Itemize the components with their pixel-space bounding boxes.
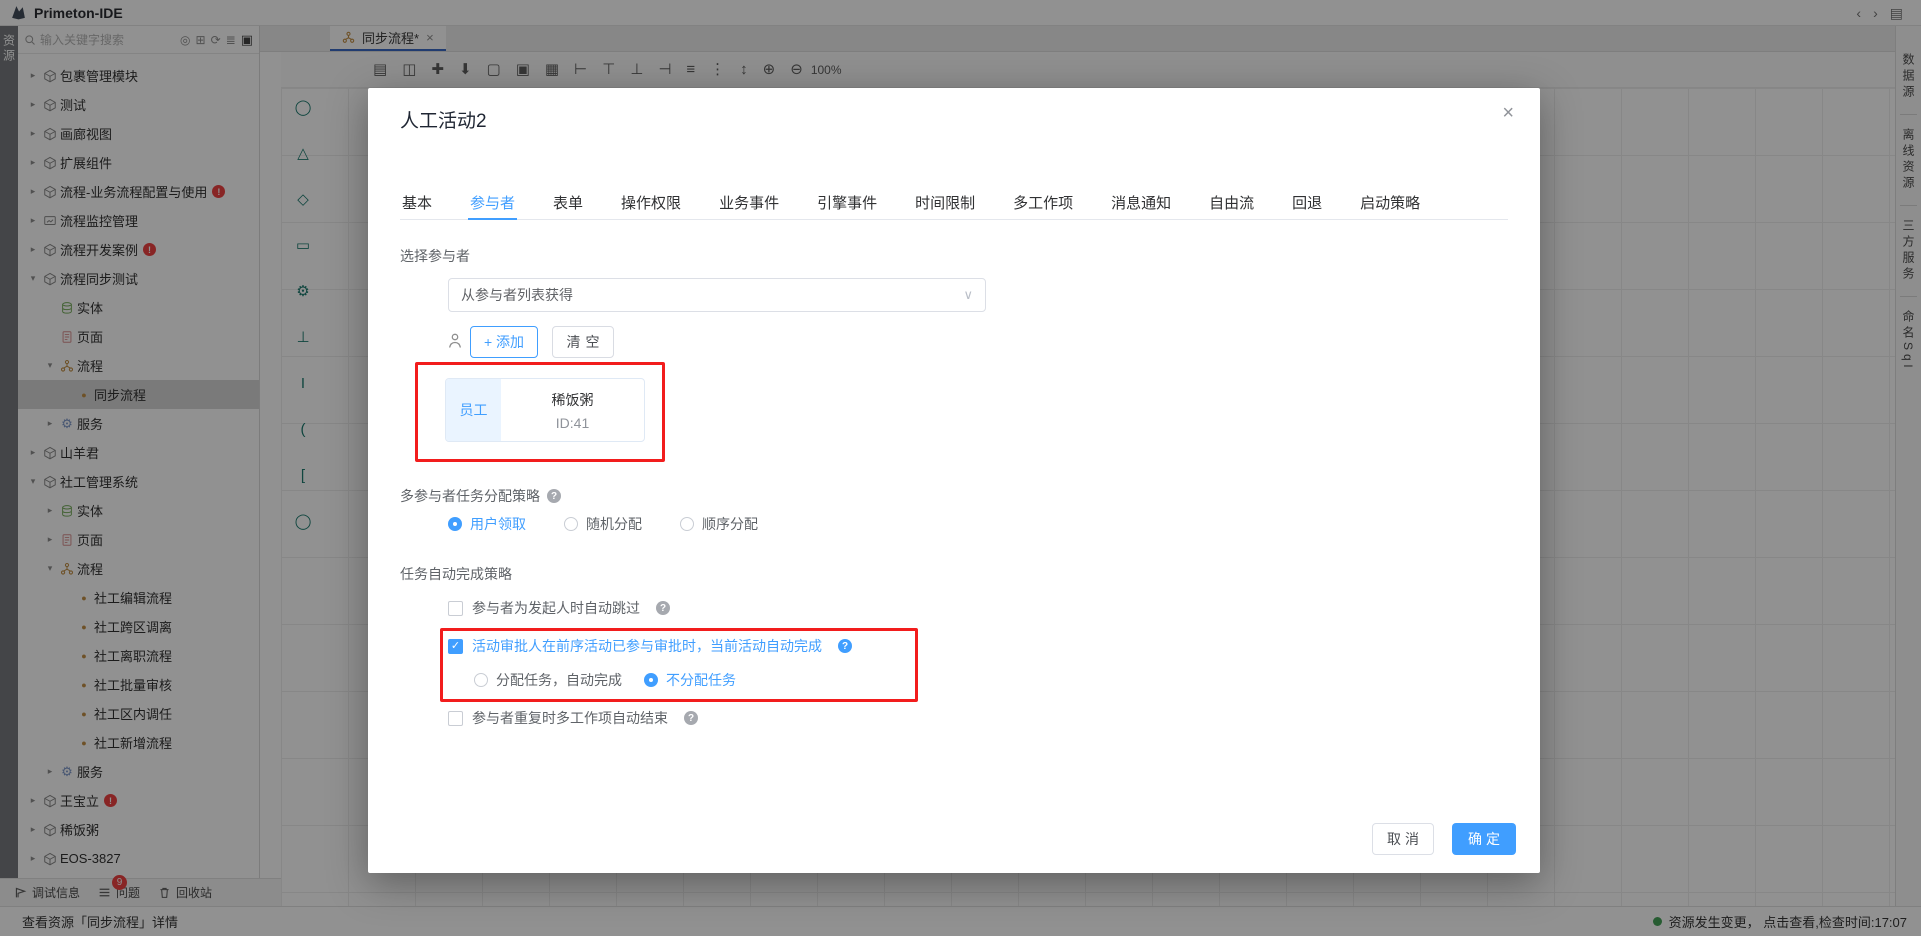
tab-start-strategy[interactable]: 启动策略 bbox=[1358, 186, 1422, 220]
tab-permissions[interactable]: 操作权限 bbox=[619, 186, 683, 220]
participant-id: ID:41 bbox=[556, 415, 589, 431]
dialog-close-icon[interactable]: × bbox=[1502, 102, 1514, 125]
option-sequential-assign[interactable]: 顺序分配 bbox=[680, 514, 758, 534]
tab-time-limit[interactable]: 时间限制 bbox=[913, 186, 977, 220]
participant-name: 稀饭粥 bbox=[552, 390, 594, 410]
tab-participants[interactable]: 参与者 bbox=[468, 186, 517, 220]
participant-type: 员工 bbox=[446, 379, 501, 441]
checkbox-off-icon[interactable] bbox=[448, 711, 463, 726]
help-icon-blue[interactable]: ? bbox=[838, 639, 852, 653]
assign-strategy-options: 用户领取 随机分配 顺序分配 bbox=[448, 514, 796, 534]
participant-source-select[interactable]: 从参与者列表获得 ∨ bbox=[448, 278, 986, 312]
assign-strategy-label: 多参与者任务分配策略 ? bbox=[400, 486, 561, 506]
confirm-button[interactable]: 确定 bbox=[1452, 823, 1516, 855]
activity-dialog: 人工活动2 × 基本 参与者 表单 操作权限 业务事件 引擎事件 时间限制 多工… bbox=[368, 88, 1540, 873]
tab-notifications[interactable]: 消息通知 bbox=[1109, 186, 1173, 220]
checkbox-off-icon[interactable] bbox=[448, 601, 463, 616]
help-icon[interactable]: ? bbox=[547, 489, 561, 503]
option-user-claim[interactable]: 用户领取 bbox=[448, 514, 526, 534]
tab-business-events[interactable]: 业务事件 bbox=[717, 186, 781, 220]
tab-basic[interactable]: 基本 bbox=[400, 186, 434, 220]
help-icon[interactable]: ? bbox=[656, 601, 670, 615]
checkbox-auto-complete-prior-approval[interactable]: ✓ 活动审批人在前序活动已参与审批时，当前活动自动完成 ? bbox=[448, 636, 852, 656]
add-participant-button[interactable]: + 添加 bbox=[470, 326, 538, 358]
checkbox-skip-if-initiator[interactable]: 参与者为发起人时自动跳过 ? bbox=[448, 598, 670, 618]
radio-off-icon[interactable] bbox=[564, 517, 578, 531]
chevron-down-icon: ∨ bbox=[963, 287, 973, 303]
tab-rollback[interactable]: 回退 bbox=[1290, 186, 1324, 220]
cancel-button[interactable]: 取消 bbox=[1372, 823, 1434, 855]
tab-form[interactable]: 表单 bbox=[551, 186, 585, 220]
auto-complete-label: 任务自动完成策略 bbox=[400, 564, 512, 584]
tab-free-flow[interactable]: 自由流 bbox=[1207, 186, 1256, 220]
radio-off-icon[interactable] bbox=[680, 517, 694, 531]
dialog-tabs: 基本 参与者 表单 操作权限 业务事件 引擎事件 时间限制 多工作项 消息通知 … bbox=[400, 186, 1508, 220]
clear-participants-button[interactable]: 清空 bbox=[552, 326, 614, 358]
dialog-title: 人工活动2 bbox=[400, 106, 487, 133]
checkbox-auto-end-duplicate[interactable]: 参与者重复时多工作项自动结束 ? bbox=[448, 708, 698, 728]
tab-multi-workitem[interactable]: 多工作项 bbox=[1011, 186, 1075, 220]
checkbox-on-icon[interactable]: ✓ bbox=[448, 639, 463, 654]
participant-card[interactable]: 员工 稀饭粥 ID:41 bbox=[445, 378, 645, 442]
person-icon bbox=[447, 332, 463, 350]
radio-on-icon[interactable] bbox=[448, 517, 462, 531]
option-random-assign[interactable]: 随机分配 bbox=[564, 514, 642, 534]
tab-engine-events[interactable]: 引擎事件 bbox=[815, 186, 879, 220]
help-icon[interactable]: ? bbox=[684, 711, 698, 725]
participant-section-label: 选择参与者 bbox=[400, 246, 470, 266]
